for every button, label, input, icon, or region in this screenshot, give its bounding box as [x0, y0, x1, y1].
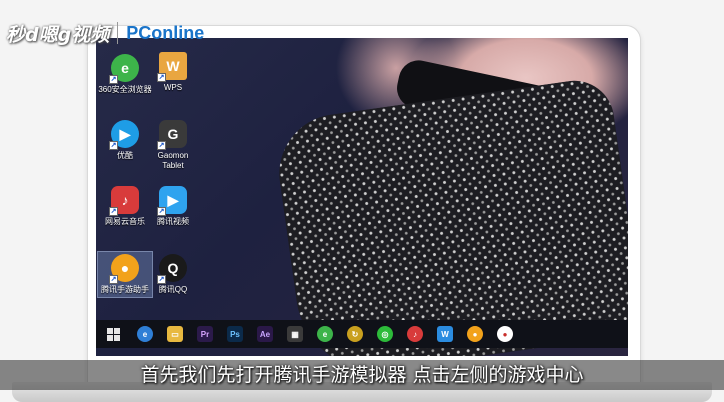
- file-explorer-icon: ▭: [167, 326, 183, 342]
- watermark-logo: 秒d嗯g视频 PConline: [6, 18, 204, 48]
- wechat-icon: ◎: [377, 326, 393, 342]
- tencent-game-assistant-icon: ● ↗: [109, 254, 139, 284]
- 360-browser-icon: e ↗: [109, 54, 139, 84]
- desktop-screen: e ↗ 360安全浏览器 W ↗ WPS ▶ ↗ 优酷 G ↗ Gaomon Table…: [96, 38, 628, 356]
- gaomon-tablet-icon: G ↗: [157, 120, 187, 150]
- desktop-icon-label: 网易云音乐: [105, 217, 145, 226]
- taskbar-app-netease-music[interactable]: ♪: [400, 320, 430, 348]
- video-subtitle: 首先我们先打开腾讯手游模拟器 点击左侧的游戏中心: [140, 364, 584, 386]
- desktop-icon-tencent-video[interactable]: ▶ ↗ 腾讯视频: [146, 186, 200, 227]
- desktop-icon-label: WPS: [163, 83, 183, 92]
- desktop-icon-label: 腾讯手游助手: [101, 285, 149, 294]
- watermark-brand: 秒d嗯g视频: [6, 23, 110, 46]
- desktop-icon-label: 腾讯视频: [157, 217, 189, 226]
- 360-browser-taskbar-icon: e: [317, 326, 333, 342]
- taskbar-app-transfer[interactable]: ↻: [340, 320, 370, 348]
- desktop-icon-wps[interactable]: W ↗ WPS: [146, 52, 200, 93]
- watermark-divider: [117, 22, 119, 44]
- game-assistant-taskbar-icon: ●: [467, 326, 483, 342]
- tencent-video-icon: ▶ ↗: [157, 186, 187, 216]
- desktop-icon-netease-music[interactable]: ♪ ↗ 网易云音乐: [98, 186, 152, 227]
- photoshop-icon: Ps: [227, 326, 243, 342]
- desktop-icon-tencent-game-assistant[interactable]: ● ↗ 腾讯手游助手: [97, 251, 153, 298]
- after-effects-icon: Ae: [257, 326, 273, 342]
- netease-music-taskbar-icon: ♪: [407, 326, 423, 342]
- screen-recorder-icon: ●: [497, 326, 513, 342]
- taskbar-app-store[interactable]: ▦: [280, 320, 310, 348]
- wallpaper-sleeve: [271, 75, 628, 356]
- desktop-icon-gaomon[interactable]: G ↗ Gaomon Tablet: [146, 120, 200, 171]
- taskbar: e ▭ Pr Ps Ae ▦ e ↻ ◎ ♪ W ● ●: [96, 320, 628, 348]
- netease-music-icon: ♪ ↗: [109, 186, 139, 216]
- youku-icon: ▶ ↗: [109, 120, 139, 150]
- file-transfer-icon: ↻: [347, 326, 363, 342]
- desktop-icon-360-browser[interactable]: e ↗ 360安全浏览器: [98, 54, 152, 95]
- store-icon: ▦: [287, 326, 303, 342]
- desktop-icon-label: 360安全浏览器: [98, 85, 152, 94]
- start-button[interactable]: [96, 320, 130, 348]
- premiere-icon: Pr: [197, 326, 213, 342]
- qq-penguin-icon: Q ↗: [157, 254, 187, 284]
- taskbar-app-wechat[interactable]: ◎: [370, 320, 400, 348]
- taskbar-app-premiere[interactable]: Pr: [190, 320, 220, 348]
- text-editor-icon: W: [437, 326, 453, 342]
- taskbar-app-after-effects[interactable]: Ae: [250, 320, 280, 348]
- taskbar-app-explorer[interactable]: ▭: [160, 320, 190, 348]
- taskbar-app-360-browser[interactable]: e: [310, 320, 340, 348]
- taskbar-app-photoshop[interactable]: Ps: [220, 320, 250, 348]
- desktop-icon-youku[interactable]: ▶ ↗ 优酷: [98, 120, 152, 161]
- edge-icon: e: [137, 326, 153, 342]
- desktop-icon-label: 优酷: [117, 151, 133, 160]
- taskbar-app-edge[interactable]: e: [130, 320, 160, 348]
- desktop-icon-qq[interactable]: Q ↗ 腾讯QQ: [146, 254, 200, 295]
- taskbar-app-recorder[interactable]: ●: [490, 320, 520, 348]
- watermark-partner: PConline: [126, 22, 205, 43]
- wps-folder-icon: W ↗: [157, 52, 187, 82]
- taskbar-app-game-assistant[interactable]: ●: [460, 320, 490, 348]
- taskbar-app-editor[interactable]: W: [430, 320, 460, 348]
- desktop-icon-label: Gaomon Tablet: [157, 151, 189, 170]
- windows-logo-icon: [106, 327, 120, 341]
- desktop-icon-label: 腾讯QQ: [158, 285, 188, 294]
